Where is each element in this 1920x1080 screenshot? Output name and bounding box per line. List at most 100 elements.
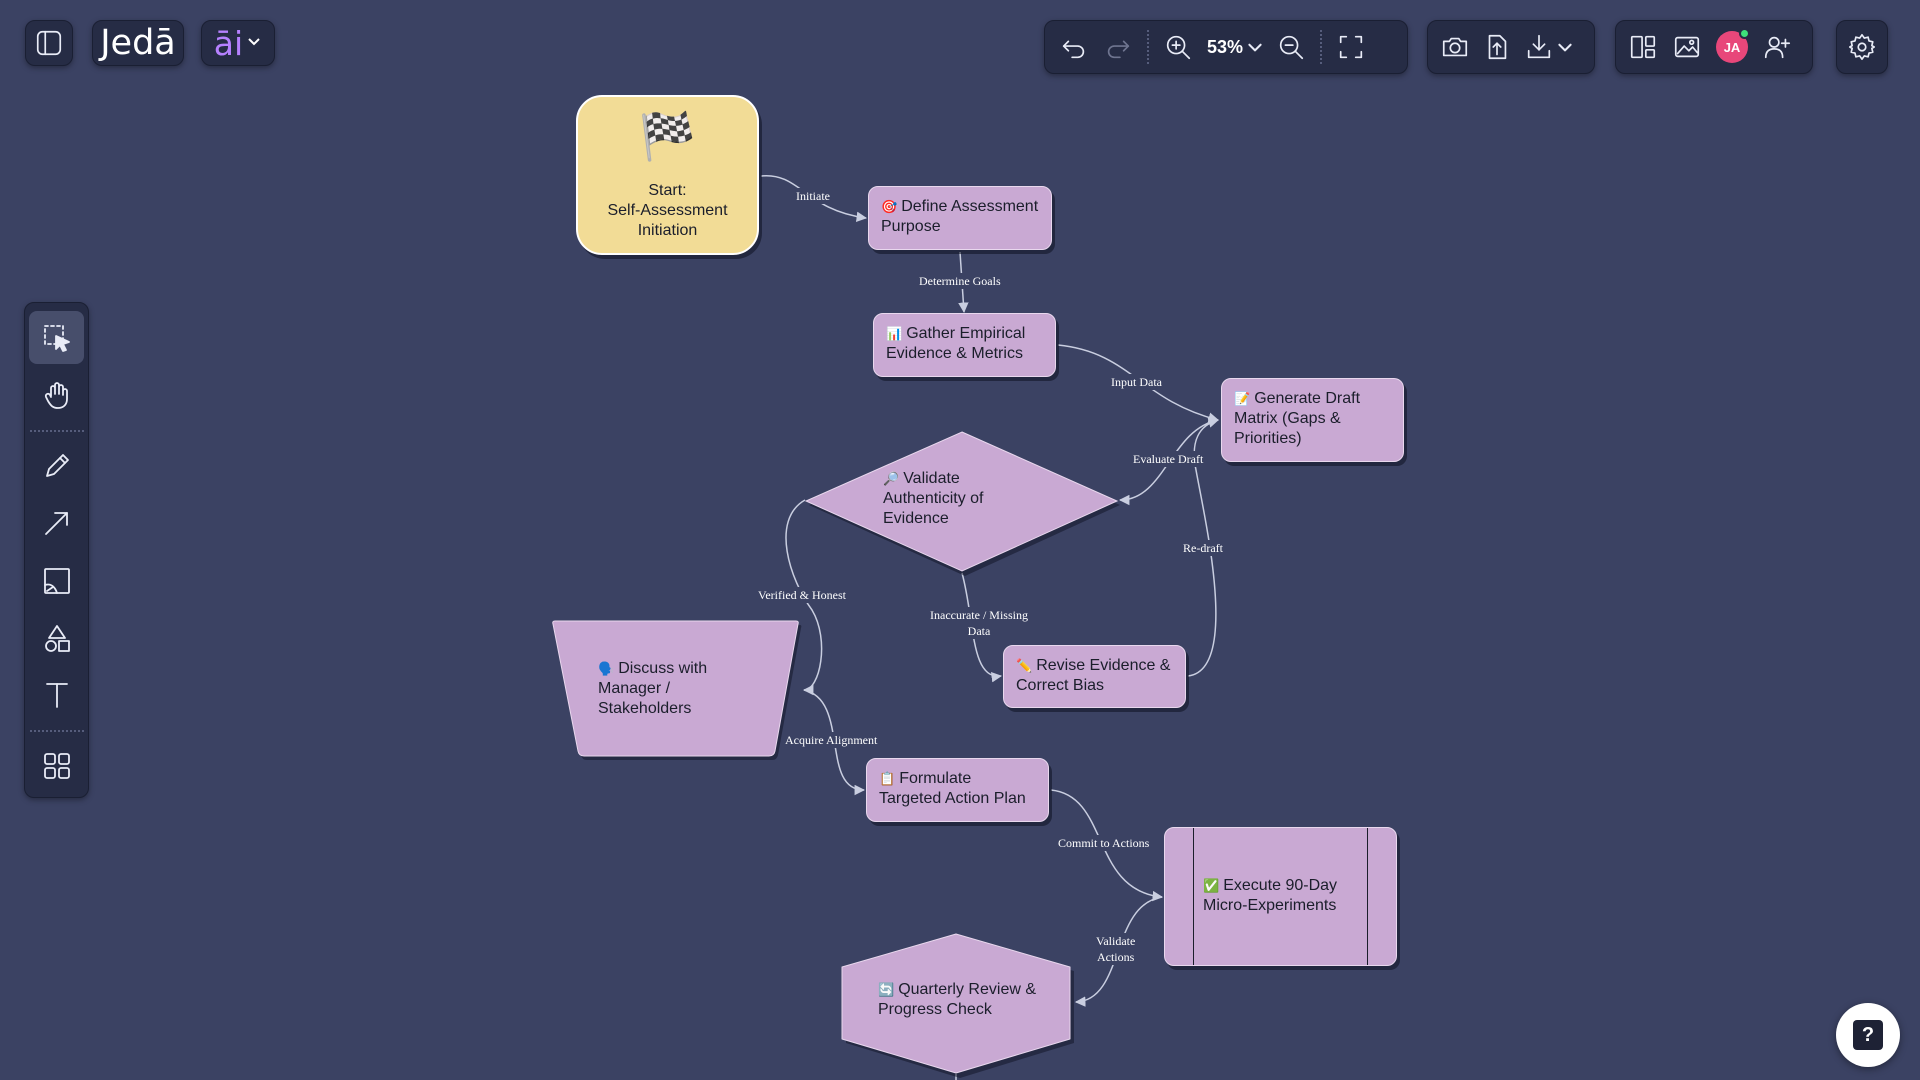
flowchart-canvas[interactable]: Initiate Determine Goals Input Data Eval… [0,0,1920,1080]
chevron-down-icon [1248,43,1262,52]
edge-label-re-draft: Re-draft [1181,540,1225,556]
toolbar-separator [1147,30,1149,64]
node-generate-draft[interactable]: 📝 Generate Draft Matrix (Gaps & Prioritie… [1221,378,1404,462]
node-formulate-label: Formulate Targeted Action Plan [879,770,1026,807]
node-define-purpose[interactable]: 🎯 Define Assessment Purpose [868,186,1052,250]
download-icon [1527,34,1551,59]
memo-icon: 📝 [1234,391,1251,406]
undo-button[interactable] [1059,32,1089,62]
app-logo[interactable]: Jedā [92,20,184,66]
zoom-out-icon [1279,35,1304,60]
node-execute-experiments[interactable]: ✅ Execute 90-Day Micro-Experiments [1164,827,1397,966]
image-tool-button[interactable] [29,554,84,607]
checkered-flag-icon: 🏁 [638,110,697,162]
node-define-label: Define Assessment Purpose [881,198,1039,235]
zoom-level: 53% [1207,36,1244,57]
chevron-down-icon [246,33,262,54]
edge-label-inaccurate: Inaccurate / Missing Data [928,607,1030,639]
select-tool-button[interactable] [29,311,84,365]
export-toolbar [1427,20,1595,74]
gallery-icon [1674,36,1700,58]
invite-user-button[interactable] [1762,32,1792,62]
zoom-in-icon [1166,35,1191,60]
node-validate-authenticity[interactable]: 🔎 Validate Authenticity of Evidence [804,430,1120,576]
layout-button[interactable] [1628,32,1658,62]
ai-label: āi [213,23,244,63]
zoom-out-button[interactable] [1276,32,1306,62]
refresh-icon: 🔄 [878,982,895,997]
pencil-tool-button[interactable] [29,440,84,493]
zoom-in-button[interactable] [1163,32,1193,62]
download-button[interactable] [1524,32,1574,62]
speaking-head-icon: 🗣️ [598,661,615,676]
edge-label-validate-actions: Validate Actions [1094,933,1138,965]
redo-icon [1107,40,1130,59]
subprocess-line-left [1193,828,1194,965]
node-execute-label: Execute 90-Day Micro-Experiments [1203,877,1338,914]
layout-icon [1630,35,1656,59]
logo-text: Jedā [100,23,176,63]
edge-label-input-data: Input Data [1109,374,1164,390]
arrow-tool-button[interactable] [29,497,84,550]
target-icon: 🎯 [881,199,898,214]
node-revise-evidence[interactable]: ✏️ Revise Evidence & Correct Bias [1003,645,1186,708]
tool-separator [29,429,84,432]
subprocess-line-right [1367,828,1368,965]
pencil-icon [45,454,69,478]
magnifier-icon: 🔎 [883,471,900,486]
node-start-label: Start: Self-Assessment Initiation [607,182,728,239]
node-gather-evidence[interactable]: 📊 Gather Empirical Evidence & Metrics [873,313,1056,377]
ai-menu-button[interactable]: āi [201,20,275,66]
node-quarterly-label: Quarterly Review & Progress Check [878,981,1037,1018]
selection-cursor-icon [43,324,70,352]
screenshot-button[interactable] [1440,32,1470,62]
upload-button[interactable] [1482,32,1512,62]
tool-separator [29,729,84,732]
node-gather-label: Gather Empirical Evidence & Metrics [886,325,1026,362]
edge-label-determine-goals: Determine Goals [917,273,1003,289]
node-discuss-stakeholders[interactable]: 🗣️ Discuss with Manager / Stakeholders [550,618,802,761]
arrow-icon [44,512,68,536]
zoom-level-dropdown[interactable]: 53% [1199,37,1264,58]
templates-tool-button[interactable] [29,740,84,793]
hand-icon [44,382,68,409]
clipboard-icon: 📋 [879,771,896,786]
collaboration-toolbar: JA [1615,20,1813,74]
tool-palette [24,302,89,798]
edge-label-evaluate-draft: Evaluate Draft [1131,451,1206,467]
help-icon: ? [1853,1020,1883,1050]
shapes-icon [44,624,70,652]
edge-label-verified: Verified & Honest [756,587,848,603]
image-gallery-button[interactable] [1672,32,1702,62]
node-formulate-plan[interactable]: 📋 Formulate Targeted Action Plan [866,758,1049,822]
fullscreen-icon [1339,35,1363,59]
text-icon [45,683,68,709]
redo-button[interactable] [1103,32,1133,62]
shapes-tool-button[interactable] [29,611,84,664]
help-button[interactable]: ? [1836,1003,1900,1067]
grid-icon [43,753,70,780]
camera-icon [1442,37,1468,57]
text-tool-button[interactable] [29,669,84,722]
bar-chart-icon: 📊 [886,326,903,341]
node-start[interactable]: 🏁 Start: Self-Assessment Initiation [576,95,759,255]
image-icon [43,567,70,594]
fit-to-screen-button[interactable] [1336,32,1366,62]
node-quarterly-review[interactable]: 🔄 Quarterly Review & Progress Check [836,932,1076,1078]
undo-icon [1062,40,1085,59]
help-label: ? [1861,1023,1875,1046]
settings-button[interactable] [1836,20,1888,74]
add-user-icon [1764,36,1791,59]
check-mark-icon: ✅ [1203,878,1220,893]
chevron-down-icon [1558,43,1572,52]
sidebar-toggle-button[interactable] [25,20,73,66]
avatar[interactable]: JA [1716,28,1750,63]
history-zoom-toolbar: 53% [1044,20,1408,74]
sidebar-panel-icon [36,30,62,56]
toolbar-separator [1320,30,1323,64]
node-discuss-label: Discuss with Manager / Stakeholders [598,660,708,717]
node-generate-label: Generate Draft Matrix (Gaps & Priorities… [1234,390,1361,447]
edge-label-initiate: Initiate [794,188,832,204]
hand-tool-button[interactable] [29,368,84,421]
edge-label-commit: Commit to Actions [1056,835,1152,851]
